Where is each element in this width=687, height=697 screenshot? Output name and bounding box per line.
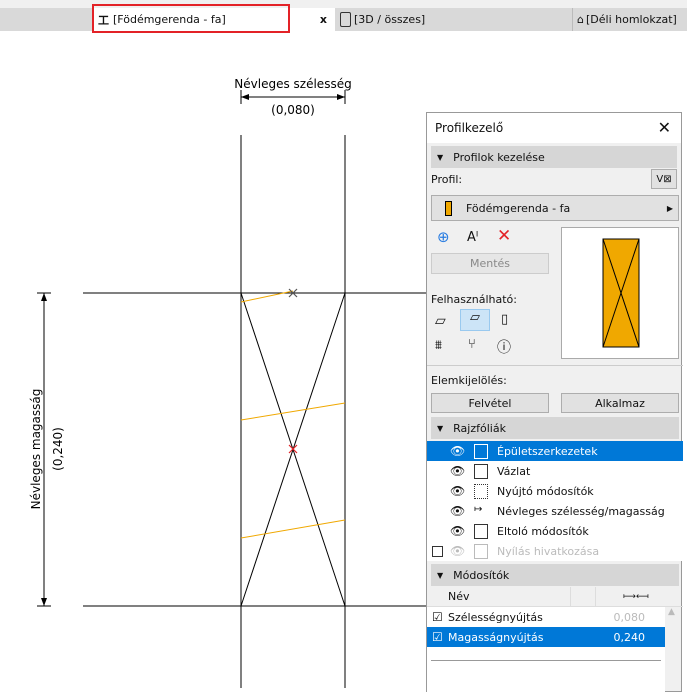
eye-icon[interactable]: 👁 <box>450 464 465 478</box>
profile-hatch-icon: V⊠ <box>656 173 672 185</box>
chevron-right-icon: ▶ <box>666 203 673 213</box>
collapse-icon: ▼ <box>437 423 444 433</box>
dimension-layer-icon: ↦ <box>474 503 483 515</box>
wall-icon[interactable]: ▱ <box>435 313 446 329</box>
width-label: Névleges szélesség <box>234 77 351 91</box>
close-icon[interactable]: ✕ <box>658 118 671 137</box>
layer-row[interactable]: 👁 Nyújtó módosítók <box>427 481 683 501</box>
section-title: Rajzfóliák <box>453 421 506 435</box>
delete-icon[interactable]: ✕ <box>497 226 511 246</box>
layer-label: Épületszerkezetek <box>497 444 598 458</box>
hatch-line <box>240 519 346 539</box>
hatch-line <box>240 402 346 421</box>
eye-icon[interactable]: 👁 <box>450 444 465 458</box>
width-value: (0,080) <box>271 103 315 117</box>
modifier-list-blank <box>427 647 665 697</box>
railing-icon[interactable]: ⩩ <box>435 338 442 353</box>
modifier-value[interactable]: 0,080 <box>614 611 646 624</box>
eye-icon[interactable]: 👁 <box>450 524 465 538</box>
profile-settings-button[interactable]: V⊠ <box>651 169 677 189</box>
height-value: (0,240) <box>51 427 65 471</box>
checkbox-checked[interactable]: ☑ <box>432 610 443 624</box>
info-icon[interactable]: ⓘ <box>497 337 511 357</box>
profile-label: Profil: <box>431 173 463 186</box>
profile-manager-panel: Profilkezelő ✕ ▼ Profilok kezelése Profil:… <box>426 112 683 697</box>
modifier-name: Magasságnyújtás <box>448 630 544 644</box>
section-profile-management[interactable]: ▼ Profilok kezelése <box>431 146 677 168</box>
section-modifiers[interactable]: ▼ Módosítók <box>431 564 679 586</box>
profile-selector[interactable]: Födémgerenda - fa ▶ <box>431 195 679 221</box>
section-layers[interactable]: ▼ Rajzfóliák <box>431 417 679 439</box>
section-title: Profilok kezelése <box>453 150 545 164</box>
section-title: Módosítók <box>453 568 510 582</box>
modifier-name: Szélességnyújtás <box>448 610 543 624</box>
profile-name: Födémgerenda - fa <box>466 201 571 215</box>
checkbox-checked[interactable]: ☑ <box>432 630 443 644</box>
layer-label: Eltoló módosítók <box>497 524 589 538</box>
add-icon[interactable]: ⊕ <box>437 228 450 246</box>
column-name-header[interactable]: Név <box>448 590 470 603</box>
layer-label: Névleges szélesség/magasság <box>497 504 665 518</box>
scrollbar-up-icon[interactable]: ▲ <box>668 607 675 617</box>
object-icon[interactable]: ⑂ <box>468 337 476 352</box>
profile-preview <box>561 227 679 359</box>
modifier-value[interactable]: 0,240 <box>614 631 646 644</box>
height-label: Névleges magasság <box>29 389 43 510</box>
panel-title: Profilkezelő <box>435 121 504 135</box>
apply-button[interactable]: Alkalmaz <box>561 393 679 413</box>
layer-row[interactable]: 👁 Nyílás hivatkozása <box>427 541 683 561</box>
eye-icon[interactable]: 👁 <box>450 504 465 518</box>
column-icon[interactable]: ▯ <box>501 312 508 327</box>
eye-icon[interactable]: 👁 <box>450 484 465 498</box>
collapse-icon: ▼ <box>437 570 444 580</box>
beam-icon[interactable]: ⏥ <box>460 309 490 331</box>
collapse-icon: ▼ <box>437 152 444 162</box>
width-arrow-icon: ⟼⟻ <box>623 591 649 602</box>
layer-row[interactable]: 👁 Épületszerkezetek <box>427 441 683 461</box>
layer-row[interactable]: 👁 ↦ Névleges szélesség/magasság <box>427 501 683 521</box>
rename-icon[interactable]: Aᴵ <box>467 230 478 245</box>
usable-label: Felhasználható: <box>431 293 517 306</box>
modifier-row[interactable]: ☑ Magasságnyújtás 0,240 <box>427 627 665 647</box>
selection-label: Elemkijelölés: <box>431 374 507 387</box>
sketch-layer-icon <box>474 463 488 479</box>
layer-row[interactable]: 👁 Vázlat <box>427 461 683 481</box>
layer-label: Nyílás hivatkozása <box>497 544 600 558</box>
save-button[interactable]: Mentés <box>431 253 549 274</box>
offset-layer-icon <box>474 523 488 539</box>
pick-button[interactable]: Felvétel <box>431 393 549 413</box>
center-x-marker[interactable] <box>288 444 298 454</box>
modifiers-header: Név ⟼⟻ <box>427 587 683 607</box>
layer-label: Nyújtó módosítók <box>497 484 594 498</box>
opening-layer-icon <box>474 543 488 559</box>
stretch-layer-icon <box>474 483 488 499</box>
eye-icon[interactable]: 👁 <box>450 544 465 558</box>
structure-layer-icon <box>474 443 488 459</box>
profile-thumb-icon <box>445 201 452 216</box>
layer-label: Vázlat <box>497 464 531 478</box>
layer-checkbox[interactable] <box>432 545 443 557</box>
layer-row[interactable]: 👁 Eltoló módosítók <box>427 521 683 541</box>
modifier-row[interactable]: ☑ Szélességnyújtás 0,080 <box>427 607 665 627</box>
